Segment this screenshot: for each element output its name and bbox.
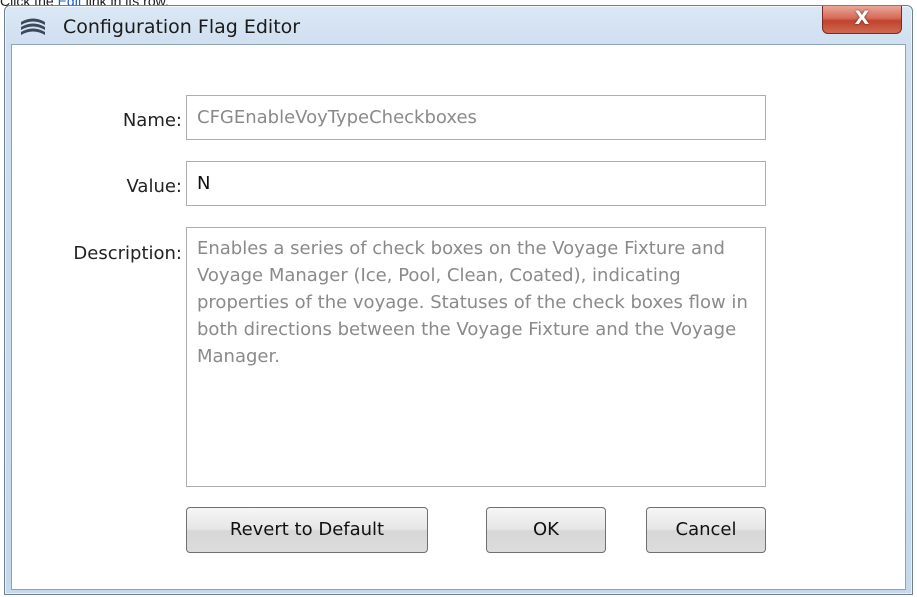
name-label: Name: [122, 110, 182, 131]
close-button[interactable]: X [822, 6, 902, 34]
close-icon: X [854, 7, 870, 29]
app-logo-icon [19, 16, 47, 38]
revert-to-default-button[interactable]: Revert to Default [186, 507, 428, 553]
window-title: Configuration Flag Editor [63, 16, 301, 38]
value-label: Value: [126, 176, 183, 197]
title-bar[interactable]: Configuration Flag Editor X [5, 6, 912, 44]
name-field[interactable] [186, 95, 766, 140]
value-field[interactable] [186, 161, 766, 206]
dialog-body: Name: Value: Description: Enables a seri… [11, 44, 906, 590]
description-field[interactable]: Enables a series of check boxes on the V… [186, 227, 766, 487]
cancel-button[interactable]: Cancel [646, 507, 766, 553]
configuration-flag-editor-dialog: Configuration Flag Editor X Name: Value:… [4, 5, 913, 595]
ok-button[interactable]: OK [486, 507, 606, 553]
description-label: Description: [73, 243, 182, 264]
